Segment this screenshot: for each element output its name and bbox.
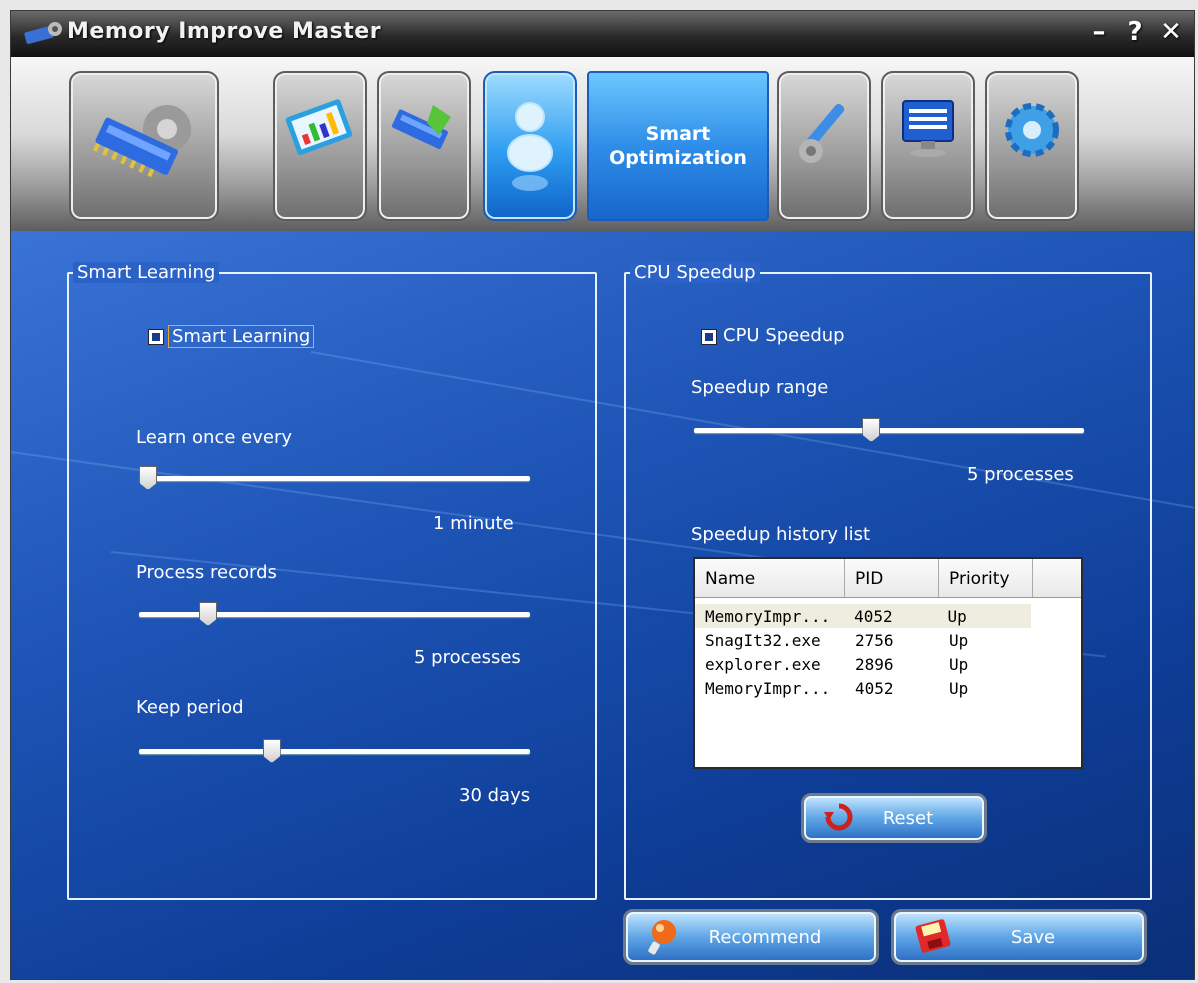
process-records-label: Process records (136, 562, 277, 583)
cell-pid: 4052 (854, 607, 893, 626)
slider-thumb[interactable] (199, 602, 217, 626)
cell-pid: 2756 (855, 631, 894, 650)
learn-once-every-value: 1 minute (433, 513, 514, 534)
cell-priority: Up (949, 631, 969, 650)
app-window: Memory Improve Master – ? ✕ Smart Optimi… (10, 10, 1195, 980)
toolbar-memory-status-button[interactable] (69, 71, 219, 221)
close-button[interactable]: ✕ (1160, 17, 1182, 47)
save-icon (915, 919, 951, 953)
cell-name: MemoryImpr... (705, 607, 831, 626)
speedup-history-table[interactable]: Name PID Priority MemoryImpr... 4052 Up … (693, 557, 1083, 769)
slider-thumb[interactable] (139, 466, 157, 490)
table-header: Name PID Priority (695, 559, 1081, 598)
cleaner-brush-icon (799, 103, 845, 163)
active-section-label: Smart Optimization (609, 123, 747, 169)
table-row[interactable]: MemoryImpr... 4052 Up (695, 676, 1081, 700)
slider-track (139, 612, 530, 617)
slider-thumb[interactable] (862, 418, 881, 442)
cpu-speedup-checkbox[interactable] (701, 329, 717, 345)
speedup-history-label: Speedup history list (691, 524, 871, 545)
active-section-caption: Smart Optimization (587, 71, 769, 221)
table-row[interactable]: SnagIt32.exe 2756 Up (695, 628, 1081, 652)
toolbar-cleaner-button[interactable] (777, 71, 871, 221)
computer-monitor-icon (902, 100, 954, 157)
smart-learning-checkbox-label[interactable]: Smart Learning (168, 325, 315, 348)
column-header-name[interactable]: Name (695, 559, 845, 597)
toolbar-smart-optimization-button[interactable] (483, 71, 577, 221)
keep-period-slider[interactable] (139, 739, 530, 765)
chart-monitor-icon (285, 99, 353, 156)
cell-priority: Up (949, 655, 969, 674)
process-records-value: 5 processes (414, 647, 521, 668)
recommend-button-label: Recommend (708, 926, 822, 948)
save-button[interactable]: Save (891, 909, 1147, 965)
window-title: Memory Improve Master (67, 19, 382, 44)
help-button[interactable]: ? (1124, 17, 1146, 47)
slider-thumb[interactable] (262, 739, 281, 763)
recommend-button[interactable]: Recommend (623, 909, 879, 965)
reset-button[interactable]: Reset (801, 793, 987, 843)
save-button-label: Save (1010, 926, 1056, 948)
cell-pid: 4052 (855, 679, 894, 698)
cpu-speedup-checkbox-label[interactable]: CPU Speedup (723, 325, 845, 346)
cell-name: MemoryImpr... (705, 679, 831, 698)
cpu-speedup-group-title: CPU Speedup (630, 262, 760, 283)
reset-button-label: Reset (882, 807, 934, 829)
keep-period-value: 30 days (459, 785, 531, 806)
table-row[interactable]: explorer.exe 2896 Up (695, 652, 1081, 676)
cell-priority: Up (947, 607, 967, 626)
main-panel: Smart Learning Smart Learning Learn once… (11, 231, 1194, 979)
toolbar-system-info-button[interactable] (881, 71, 975, 221)
smart-learning-checkbox[interactable] (148, 329, 164, 345)
speedup-range-slider[interactable] (694, 418, 1084, 444)
app-logo-icon (24, 22, 62, 44)
minimize-button[interactable]: – (1088, 17, 1110, 47)
toolbar-statistics-button[interactable] (273, 71, 367, 221)
keep-period-label: Keep period (136, 697, 244, 718)
cell-pid: 2896 (855, 655, 894, 674)
slider-track (139, 749, 530, 754)
main-toolbar: Smart Optimization (11, 57, 1194, 231)
memory-chip-gear-icon (92, 105, 191, 178)
toolbar-memory-optimize-button[interactable] (377, 71, 471, 221)
slider-track (139, 476, 530, 481)
column-header-pid[interactable]: PID (845, 559, 939, 597)
cell-name: SnagIt32.exe (705, 631, 821, 650)
memory-chip-arrow-icon (391, 105, 451, 150)
toolbar-settings-button[interactable] (985, 71, 1079, 221)
cell-priority: Up (949, 679, 969, 698)
slider-track (694, 428, 1084, 433)
smart-learning-group-title: Smart Learning (73, 262, 220, 283)
speedup-range-value: 5 processes (967, 464, 1074, 485)
recommend-icon (648, 920, 676, 955)
learn-once-every-label: Learn once every (136, 427, 292, 448)
column-header-priority[interactable]: Priority (939, 559, 1033, 597)
title-bar[interactable]: Memory Improve Master – ? ✕ (11, 11, 1194, 57)
user-optimization-icon (507, 102, 553, 191)
learn-once-every-slider[interactable] (139, 466, 530, 492)
speedup-range-label: Speedup range (691, 377, 829, 398)
cell-name: explorer.exe (705, 655, 821, 674)
reset-icon (824, 803, 853, 831)
settings-gear-icon (1005, 103, 1059, 157)
table-row[interactable]: MemoryImpr... 4052 Up (695, 604, 1031, 628)
process-records-slider[interactable] (139, 602, 530, 628)
